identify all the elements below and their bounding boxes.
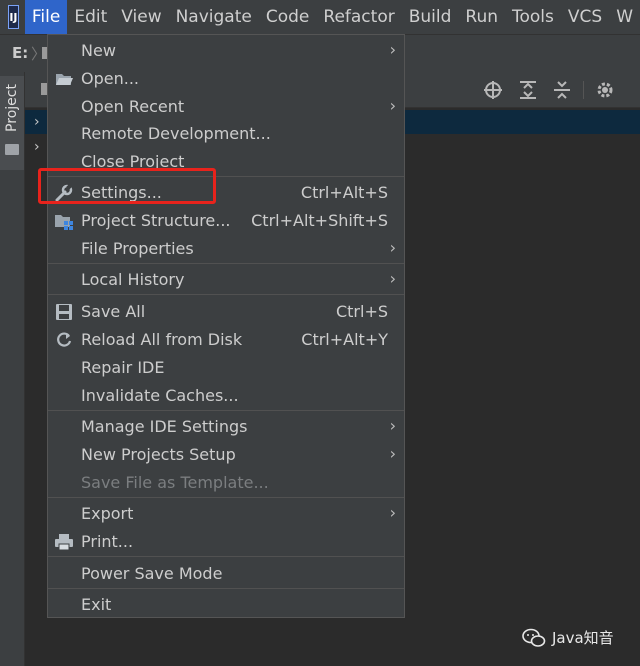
menu-item-label: Save File as Template... [81, 473, 269, 492]
collapse-all-icon[interactable] [551, 79, 573, 101]
settings-highlight-annotation [38, 168, 216, 204]
menu-window[interactable]: W [609, 0, 640, 34]
menu-item-remote-development[interactable]: Remote Development... [48, 120, 404, 147]
reload-icon [54, 330, 74, 350]
menu-separator [48, 556, 404, 557]
folder-icon [5, 144, 19, 155]
menu-item-label: Project Structure... [81, 211, 231, 230]
locate-icon[interactable] [482, 79, 504, 101]
submenu-arrow-icon: › [389, 503, 396, 522]
print-icon [54, 532, 74, 552]
menu-item-export[interactable]: Export › [48, 500, 404, 527]
folder-open-icon [54, 69, 74, 89]
menu-item-print[interactable]: Print... [48, 528, 404, 555]
menu-item-manage-ide-settings[interactable]: Manage IDE Settings › [48, 413, 404, 440]
menu-item-save-all[interactable]: Save All Ctrl+S [48, 298, 404, 325]
menu-item-label: New [81, 41, 116, 60]
menu-item-new-projects-setup[interactable]: New Projects Setup › [48, 441, 404, 468]
expand-all-icon[interactable] [517, 79, 539, 101]
tree-expand-chevron-icon[interactable]: › [34, 114, 40, 130]
menu-view[interactable]: View [114, 0, 168, 34]
file-menu-dropdown: New › Open... Open Recent › Remote Devel… [47, 34, 405, 618]
logo-text: IJ [9, 10, 18, 24]
menu-item-label: Open... [81, 69, 139, 88]
watermark-text: Java知音 [552, 629, 614, 647]
menu-separator [48, 410, 404, 411]
menu-item-label: Power Save Mode [81, 564, 223, 583]
submenu-arrow-icon: › [389, 238, 396, 257]
menu-item-save-file-as-template: Save File as Template... [48, 469, 404, 496]
menu-item-open[interactable]: Open... [48, 65, 404, 92]
menu-item-shortcut: Ctrl+Alt+Y [301, 330, 388, 349]
menu-item-shortcut: Ctrl+Alt+S [300, 183, 388, 202]
menu-item-label: Remote Development... [81, 124, 271, 143]
menu-vcs[interactable]: VCS [561, 0, 609, 34]
menu-item-shortcut: Ctrl+Alt+Shift+S [251, 211, 388, 230]
menu-item-label: Manage IDE Settings [81, 417, 248, 436]
menu-bar: IJ File Edit View Navigate Code Refactor… [0, 0, 640, 34]
menu-item-exit[interactable]: Exit [48, 591, 404, 618]
submenu-arrow-icon: › [389, 269, 396, 288]
menu-refactor[interactable]: Refactor [316, 0, 401, 34]
menu-run[interactable]: Run [458, 0, 505, 34]
watermark: Java知音 [522, 626, 632, 650]
save-icon [54, 302, 74, 322]
menu-navigate[interactable]: Navigate [169, 0, 259, 34]
header-divider [583, 81, 584, 99]
menu-item-reload-all[interactable]: Reload All from Disk Ctrl+Alt+Y [48, 326, 404, 353]
menu-item-label: Repair IDE [81, 358, 165, 377]
menu-item-open-recent[interactable]: Open Recent › [48, 93, 404, 120]
wechat-icon [522, 628, 546, 648]
project-tab-label: Project [4, 84, 20, 132]
menu-edit[interactable]: Edit [67, 0, 114, 34]
project-tool-tab[interactable]: Project [0, 76, 24, 170]
menu-item-label: Save All [81, 302, 146, 321]
intellij-logo-icon[interactable]: IJ [8, 5, 19, 29]
menu-item-new[interactable]: New › [48, 37, 404, 64]
menu-separator [48, 588, 404, 589]
menu-separator [48, 294, 404, 295]
submenu-arrow-icon: › [389, 40, 396, 59]
menu-item-local-history[interactable]: Local History › [48, 266, 404, 293]
menu-file[interactable]: File [24, 0, 68, 34]
menu-tools[interactable]: Tools [505, 0, 561, 34]
menu-item-label: Local History [81, 270, 185, 289]
project-structure-icon [54, 211, 74, 231]
menu-item-label: New Projects Setup [81, 445, 236, 464]
menu-item-label: Exit [81, 595, 112, 614]
menu-item-label: Print... [81, 532, 134, 551]
menu-separator [48, 263, 404, 264]
menu-item-invalidate-caches[interactable]: Invalidate Caches... [48, 382, 404, 409]
submenu-arrow-icon: › [389, 416, 396, 435]
menu-item-label: Export [81, 504, 134, 523]
menu-item-project-structure[interactable]: Project Structure... Ctrl+Alt+Shift+S [48, 207, 404, 234]
menu-item-label: Invalidate Caches... [81, 386, 239, 405]
menu-item-label: File Properties [81, 239, 194, 258]
menu-item-label: Open Recent [81, 97, 185, 116]
menu-item-power-save-mode[interactable]: Power Save Mode [48, 560, 404, 587]
menu-code[interactable]: Code [259, 0, 317, 34]
tree-expand-chevron-icon[interactable]: › [34, 139, 40, 155]
menu-separator [48, 497, 404, 498]
menu-build[interactable]: Build [402, 0, 459, 34]
menu-item-file-properties[interactable]: File Properties › [48, 235, 404, 262]
menu-item-shortcut: Ctrl+S [335, 302, 388, 321]
breadcrumb-drive[interactable]: E: [12, 44, 28, 62]
menu-item-repair-ide[interactable]: Repair IDE [48, 354, 404, 381]
gear-icon[interactable] [594, 79, 616, 101]
submenu-arrow-icon: › [389, 444, 396, 463]
menu-item-label: Reload All from Disk [81, 330, 243, 349]
submenu-arrow-icon: › [389, 96, 396, 115]
